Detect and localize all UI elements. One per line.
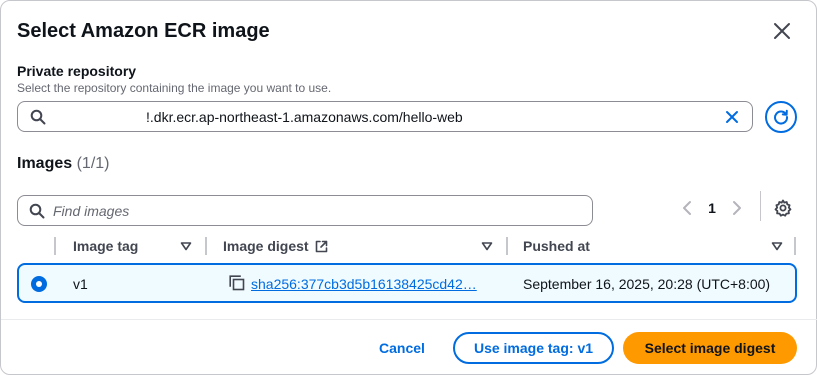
chevron-right-icon [733, 201, 741, 215]
pushed-at-cell: September 16, 2025, 20:28 (UTC+8:00) [523, 276, 771, 292]
refresh-icon [774, 109, 789, 125]
use-image-tag-button[interactable]: Use image tag: v1 [453, 332, 614, 364]
modal-title: Select Amazon ECR image [17, 20, 270, 42]
select-image-digest-button[interactable]: Select image digest [623, 332, 797, 364]
sort-down-icon[interactable] [481, 240, 493, 252]
repository-select[interactable]: !.dkr.ecr.ap-northeast-1.amazonaws.com/h… [17, 101, 753, 132]
search-icon [30, 109, 46, 125]
sort-down-icon[interactable] [771, 240, 783, 252]
search-icon [29, 203, 45, 219]
column-header-pushed-at[interactable]: Pushed at [523, 234, 590, 258]
column-header-image-tag[interactable]: Image tag [73, 234, 138, 258]
close-button[interactable] [770, 19, 794, 43]
find-images-field[interactable] [17, 195, 593, 226]
footer-divider [1, 319, 817, 320]
next-page-button[interactable] [727, 198, 747, 218]
image-digest-link[interactable]: sha256:377cb3d5b16138425cd42… [251, 275, 477, 293]
repository-description: Select the repository containing the ima… [17, 81, 332, 95]
column-separator [794, 237, 796, 255]
close-icon [774, 23, 790, 39]
images-heading: Images (1/1) [17, 153, 110, 175]
radio-selected-icon[interactable] [31, 276, 47, 292]
copy-icon[interactable] [229, 275, 245, 291]
table-preferences-button[interactable] [773, 198, 793, 218]
column-separator [205, 237, 207, 255]
repository-label: Private repository [17, 63, 137, 79]
column-header-label: Image tag [73, 238, 139, 254]
settings-icon [774, 199, 792, 217]
previous-page-button[interactable] [677, 198, 697, 218]
clear-icon[interactable] [724, 109, 740, 125]
column-header-label: Pushed at [523, 238, 590, 254]
modal-header: Select Amazon ECR image [17, 17, 800, 47]
sort-down-icon[interactable] [180, 240, 192, 252]
cancel-button[interactable]: Cancel [371, 333, 433, 363]
image-tag-cell: v1 [73, 276, 88, 292]
toolbar-divider [760, 191, 761, 221]
column-separator [506, 237, 508, 255]
refresh-button[interactable] [765, 101, 797, 133]
pagination: 1 [677, 197, 747, 219]
find-images-input[interactable] [53, 200, 573, 222]
select-ecr-image-modal: Select Amazon ECR image Private reposito… [0, 0, 817, 375]
chevron-left-icon [683, 201, 691, 215]
page-number[interactable]: 1 [697, 200, 727, 216]
column-header-label: Image digest [223, 238, 309, 254]
external-link-icon [315, 240, 327, 252]
table-row[interactable]: v1 sha256:377cb3d5b16138425cd42… Septemb… [17, 263, 797, 303]
images-count: (1/1) [76, 155, 110, 172]
table-header: Image tag Image digest Pushed at [17, 234, 802, 258]
repository-value: !.dkr.ecr.ap-northeast-1.amazonaws.com/h… [146, 109, 463, 125]
column-separator [54, 237, 56, 255]
images-heading-title: Images [17, 155, 73, 172]
column-header-image-digest[interactable]: Image digest [223, 234, 328, 258]
